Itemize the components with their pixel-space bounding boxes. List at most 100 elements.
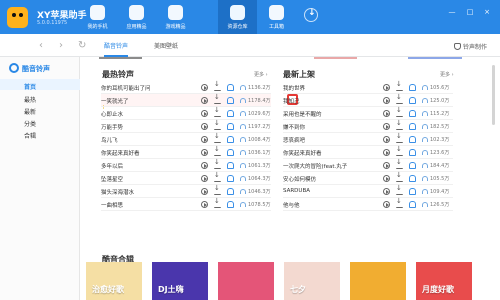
download-icon[interactable] — [214, 93, 221, 104]
album-card[interactable]: DJ土嗨 — [152, 262, 208, 300]
set-ringtone-icon[interactable] — [227, 175, 234, 182]
ringtone-row[interactable]: 心即止水 1029.6万 — [101, 106, 271, 120]
ringtone-row[interactable]: 一曲相思 1078.5万 — [101, 197, 271, 211]
play-icon[interactable] — [383, 123, 390, 130]
play-icon[interactable] — [383, 162, 390, 169]
play-icon[interactable] — [201, 162, 208, 169]
play-icon[interactable] — [383, 110, 390, 117]
set-ringtone-icon[interactable] — [409, 84, 416, 91]
set-ringtone-icon[interactable] — [227, 136, 234, 143]
download-manager-icon[interactable] — [304, 8, 318, 22]
play-icon[interactable] — [201, 136, 208, 143]
play-icon[interactable] — [383, 175, 390, 182]
forward-arrow-icon[interactable]: › — [59, 40, 63, 51]
ringtone-row[interactable]: 猫头深海潜水 1046.3万 — [101, 184, 271, 198]
download-icon[interactable] — [214, 158, 221, 169]
download-icon[interactable] — [214, 184, 221, 195]
ringtone-row[interactable]: 你的耳机可能出了问 1136.2万 — [101, 80, 271, 94]
set-ringtone-icon[interactable] — [409, 201, 416, 208]
play-icon[interactable] — [201, 175, 208, 182]
new-ringtones-more-link[interactable]: 更多 › — [440, 71, 454, 78]
sidebar-item-hot[interactable]: 最热 — [24, 95, 36, 104]
download-icon[interactable] — [396, 132, 403, 143]
album-card[interactable]: 月度好歌 — [416, 262, 472, 300]
ringtone-row[interactable]: SARDUBA 109.4万 — [283, 184, 453, 198]
nav-app-picks[interactable]: 应用精品 — [117, 0, 156, 34]
sidebar-item-new[interactable]: 最新 — [24, 107, 36, 116]
ringtone-row[interactable]: 一笑就光了 I 1178.4万 — [101, 93, 298, 111]
ringtone-maker-button[interactable]: 铃声制作 — [453, 42, 487, 51]
ringtone-row[interactable]: 安心如何模仿 105.5万 — [283, 171, 453, 185]
ringtone-row[interactable]: 他与他 126.5万 — [283, 197, 453, 211]
refresh-icon[interactable]: ↻ — [78, 40, 86, 51]
back-arrow-icon[interactable]: ‹ — [39, 40, 43, 51]
set-ringtone-icon[interactable] — [227, 84, 234, 91]
download-icon[interactable] — [396, 106, 403, 117]
set-ringtone-icon[interactable] — [409, 136, 416, 143]
album-card[interactable] — [218, 262, 274, 300]
set-ringtone-icon[interactable] — [227, 188, 234, 195]
play-icon[interactable] — [201, 110, 208, 117]
download-icon[interactable] — [214, 132, 221, 143]
set-ringtone-icon[interactable] — [409, 123, 416, 130]
play-icon[interactable] — [201, 188, 208, 195]
play-icon[interactable] — [383, 201, 390, 208]
minimize-button[interactable]: — — [448, 8, 456, 16]
nav-resource-library[interactable]: 资源仓库 — [218, 0, 257, 34]
ringtone-row[interactable]: 悲哀疯吧 102.3万 — [283, 132, 453, 146]
close-button[interactable]: × — [483, 8, 491, 16]
download-icon[interactable] — [396, 158, 403, 169]
ringtone-row[interactable]: 你笑起来真好看 123.6万 — [283, 145, 453, 159]
download-icon[interactable] — [214, 119, 221, 130]
download-icon[interactable] — [396, 80, 403, 91]
sidebar-item-categories[interactable]: 分类 — [24, 119, 36, 128]
download-icon[interactable] — [214, 80, 221, 91]
ringtone-row[interactable]: 多年以后 1061.3万 — [101, 158, 271, 172]
ringtone-row[interactable]: 采用也是不醒的 115.2万 — [283, 106, 453, 120]
vertical-scrollbar[interactable] — [492, 65, 495, 125]
ringtone-row[interactable]: 嫌不到你 182.5万 — [283, 119, 453, 133]
download-icon[interactable] — [396, 184, 403, 195]
set-ringtone-icon[interactable] — [409, 149, 416, 156]
tab-ringtones[interactable]: 酷音铃声 — [104, 41, 129, 57]
download-icon[interactable] — [396, 197, 403, 208]
album-card[interactable] — [350, 262, 406, 300]
download-icon[interactable] — [396, 171, 403, 182]
ringtone-row[interactable]: 坠落星空 1064.3万 — [101, 171, 271, 185]
set-ringtone-icon[interactable] — [227, 149, 234, 156]
download-icon[interactable] — [396, 93, 403, 104]
ringtone-row[interactable]: 我知己 125.0万 — [283, 93, 453, 107]
tab-wallpapers[interactable]: 美图壁纸 — [154, 41, 178, 50]
ringtone-row[interactable]: 我的世界 105.6万 — [283, 80, 453, 94]
album-card[interactable]: 治愈好歌 — [86, 262, 142, 300]
download-icon[interactable] — [214, 145, 221, 156]
hot-ringtones-more-link[interactable]: 更多 › — [254, 71, 268, 78]
set-ringtone-icon[interactable] — [227, 110, 234, 117]
set-ringtone-icon[interactable] — [409, 97, 416, 104]
nav-game-picks[interactable]: 游戏精品 — [156, 0, 195, 34]
play-icon[interactable] — [383, 136, 390, 143]
play-icon[interactable] — [383, 188, 390, 195]
ringtone-row[interactable]: 一次爬大的冒险(feat.丸子 184.4万 — [283, 158, 453, 172]
set-ringtone-icon[interactable] — [409, 162, 416, 169]
play-icon[interactable] — [201, 84, 208, 91]
sidebar-item-home[interactable]: 首页 — [24, 82, 36, 91]
set-ringtone-icon[interactable] — [409, 188, 416, 195]
play-icon[interactable] — [201, 97, 208, 104]
play-icon[interactable] — [201, 149, 208, 156]
ringtone-row[interactable]: 鸟儿飞 1008.4万 — [101, 132, 271, 146]
set-ringtone-icon[interactable] — [227, 201, 234, 208]
set-ringtone-icon[interactable] — [227, 97, 234, 104]
set-ringtone-icon[interactable] — [409, 110, 416, 117]
play-icon[interactable] — [201, 201, 208, 208]
play-icon[interactable] — [383, 149, 390, 156]
set-ringtone-icon[interactable] — [227, 162, 234, 169]
download-icon[interactable] — [214, 171, 221, 182]
download-icon[interactable] — [214, 106, 221, 117]
download-icon[interactable] — [396, 119, 403, 130]
ringtone-row[interactable]: 万能手势 1197.2万 — [101, 119, 271, 133]
set-ringtone-icon[interactable] — [227, 123, 234, 130]
nav-my-phone[interactable]: 我的手机 — [78, 0, 117, 34]
play-icon[interactable] — [201, 123, 208, 130]
set-ringtone-icon[interactable] — [409, 175, 416, 182]
